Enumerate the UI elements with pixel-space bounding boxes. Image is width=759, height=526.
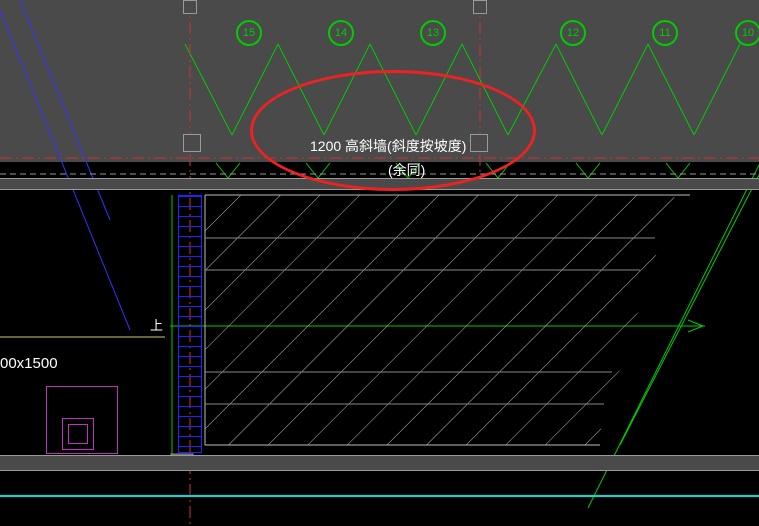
- grid-bubble-13: 13: [420, 20, 446, 46]
- grid-label: 13: [427, 27, 439, 39]
- grid-bubble-10: 10: [735, 20, 759, 46]
- column-marker: [183, 0, 197, 14]
- stair-ladder: [178, 195, 202, 453]
- cad-viewport[interactable]: 15 14 13 12 11 10 1200 高斜墙(斜度按坡度) (余同) 上…: [0, 0, 759, 526]
- grid-bubble-15: 15: [236, 20, 262, 46]
- stair-direction-label: 上: [150, 315, 163, 334]
- equipment-box-core: [68, 424, 88, 444]
- grid-bubble-14: 14: [328, 20, 354, 46]
- grid-label: 11: [659, 27, 670, 39]
- column-marker: [183, 134, 201, 152]
- grid-label: 14: [335, 27, 347, 39]
- grid-bubble-11: 11: [652, 20, 678, 46]
- grid-label: 10: [742, 27, 754, 39]
- grid-label: 15: [243, 27, 255, 39]
- callout-ellipse: [250, 70, 536, 191]
- grid-bubble-12: 12: [560, 20, 586, 46]
- grid-label: 12: [567, 27, 579, 39]
- dimension-text: 00x1500: [0, 355, 58, 372]
- wall-lower-horizontal: [0, 455, 759, 471]
- column-marker: [473, 0, 487, 14]
